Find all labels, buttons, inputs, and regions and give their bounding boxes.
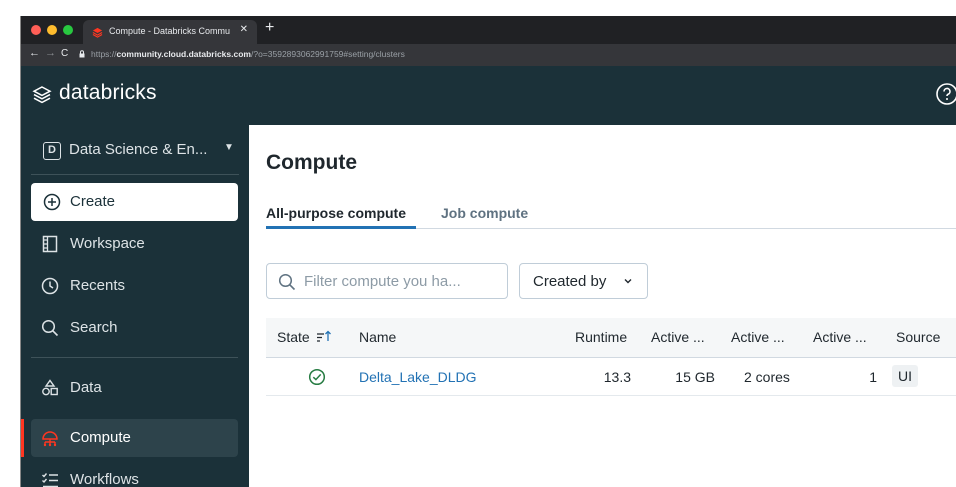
tab-job-compute[interactable]: Job compute	[441, 205, 528, 221]
workspace-icon	[42, 235, 58, 253]
sidebar-item-label: Data	[70, 379, 102, 396]
workflows-icon	[42, 473, 58, 487]
browser-tab-title: Compute - Databricks Commu	[109, 26, 231, 36]
sidebar-item-data[interactable]: Data	[31, 369, 238, 407]
workspace-label: Data Science & En...	[69, 141, 208, 158]
column-runtime[interactable]: Runtime	[575, 329, 627, 345]
column-source[interactable]: Source	[896, 329, 940, 345]
data-icon	[42, 379, 58, 396]
active-memory-value: 15 GB	[675, 369, 715, 385]
created-by-dropdown[interactable]: Created by	[519, 263, 648, 299]
cluster-name-link[interactable]: Delta_Lake_DLDG	[359, 369, 477, 385]
browser-address-bar: ← → C https://community.cloud.databricks…	[21, 44, 956, 66]
table-row: Delta_Lake_DLDG 13.3 15 GB 2 cores 1 UI	[266, 358, 956, 396]
url-prefix: https://	[91, 49, 117, 59]
url-field[interactable]: https://community.cloud.databricks.com/?…	[91, 49, 405, 59]
page-title: Compute	[266, 151, 357, 174]
browser-tab-bar: Compute - Databricks Commu ✕ +	[21, 16, 956, 44]
back-icon[interactable]: ←	[29, 47, 40, 59]
logo-text[interactable]: databricks	[59, 81, 157, 105]
reload-icon[interactable]: C	[61, 48, 68, 59]
column-name[interactable]: Name	[359, 329, 396, 345]
sidebar-item-label: Workspace	[70, 235, 145, 252]
running-status-icon	[308, 368, 326, 386]
forward-icon[interactable]: →	[45, 47, 56, 59]
filter-placeholder: Filter compute you ha...	[304, 273, 461, 290]
maximize-window-button[interactable]	[63, 25, 73, 35]
new-tab-icon[interactable]: +	[265, 19, 274, 37]
close-tab-icon[interactable]: ✕	[240, 24, 248, 35]
tab-all-purpose-compute[interactable]: All-purpose compute	[266, 205, 406, 221]
screenshot-frame: Compute - Databricks Commu ✕ + ← → C htt…	[0, 0, 956, 487]
created-by-label: Created by	[533, 273, 607, 290]
browser-tab[interactable]: Compute - Databricks Commu ✕	[83, 20, 257, 44]
chevron-down-icon	[624, 279, 632, 284]
source-tag: UI	[892, 365, 918, 387]
sidebar-item-compute[interactable]: Compute	[31, 419, 238, 457]
url-host: community.cloud.databricks.com	[116, 49, 251, 59]
create-label: Create	[70, 193, 116, 210]
databricks-favicon-icon	[92, 27, 103, 38]
compute-tabs: All-purpose compute Job compute	[266, 205, 956, 229]
lock-icon	[79, 50, 85, 58]
sidebar-item-label: Workflows	[70, 471, 139, 487]
sidebar-item-search[interactable]: Search	[31, 309, 238, 347]
active-dbu-value: 1	[869, 369, 877, 385]
sidebar-item-recents[interactable]: Recents	[31, 267, 238, 305]
column-state[interactable]: State	[277, 329, 332, 345]
compute-icon	[42, 431, 58, 447]
column-active-cores[interactable]: Active ...	[731, 329, 785, 345]
main-content: Compute All-purpose compute Job compute …	[249, 125, 956, 487]
active-item-marker	[21, 419, 24, 457]
search-icon	[278, 273, 296, 291]
column-label: State	[277, 329, 310, 345]
sidebar-item-workspace[interactable]: Workspace	[31, 225, 238, 263]
plus-circle-icon	[43, 193, 61, 211]
active-cores-value: 2 cores	[744, 369, 790, 385]
close-window-button[interactable]	[31, 25, 41, 35]
table-header: State Name Runtime Active ... Active ...…	[266, 318, 956, 358]
help-icon[interactable]	[935, 82, 956, 106]
active-tab-underline	[266, 226, 416, 229]
search-icon	[41, 319, 59, 337]
sidebar-divider	[31, 357, 238, 358]
sidebar: D Data Science & En... ▼ Create Workspac…	[21, 125, 249, 487]
sidebar-item-label: Recents	[70, 277, 126, 294]
sort-ascending-icon[interactable]	[316, 330, 332, 343]
workspace-badge: D	[43, 142, 61, 160]
workspace-switcher[interactable]: D Data Science & En... ▼	[31, 125, 239, 175]
clock-icon	[41, 277, 59, 295]
url-path: /?o=3592893062991759#setting/clusters	[250, 49, 405, 59]
sidebar-item-workflows[interactable]: Workflows	[31, 461, 238, 487]
create-button[interactable]: Create	[31, 183, 238, 221]
runtime-value: 13.3	[603, 369, 631, 385]
minimize-window-button[interactable]	[47, 25, 57, 35]
sidebar-item-label: Compute	[70, 429, 131, 446]
app-header: databricks	[21, 66, 956, 125]
caret-down-icon: ▼	[224, 142, 234, 153]
column-active-dbu[interactable]: Active ...	[813, 329, 867, 345]
databricks-logo-icon[interactable]	[32, 85, 52, 105]
filter-compute-input[interactable]: Filter compute you ha...	[266, 263, 508, 299]
sidebar-item-label: Search	[70, 319, 118, 336]
column-active-memory[interactable]: Active ...	[651, 329, 705, 345]
browser-window: Compute - Databricks Commu ✕ + ← → C htt…	[20, 16, 956, 487]
